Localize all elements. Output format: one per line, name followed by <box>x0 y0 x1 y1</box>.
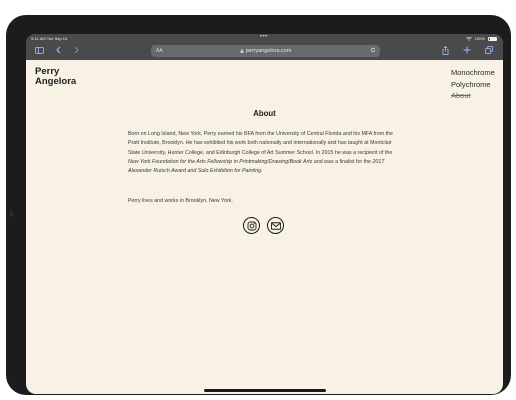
social-links <box>243 217 284 234</box>
bio-paragraph: Born on Long Island, New York, Perry ear… <box>128 130 403 176</box>
bio-location: Perry lives and works in Brooklyn, New Y… <box>128 198 233 204</box>
back-icon[interactable] <box>54 45 62 55</box>
instagram-icon[interactable] <box>243 217 260 234</box>
status-time: 9:41 AM Tue Sep 14 <box>31 36 68 41</box>
address-bar[interactable]: AA perryangelora.com <box>151 45 380 57</box>
site-nav: Monochrome Polychrome About <box>451 67 495 102</box>
sidebar-icon[interactable] <box>33 45 45 55</box>
tabs-icon[interactable] <box>484 45 494 55</box>
url-text: perryangelora.com <box>245 48 292 54</box>
bio-text-2: and was a finalist for the <box>312 158 373 165</box>
lock-icon <box>240 49 244 53</box>
side-button <box>10 211 13 217</box>
wifi-icon <box>465 36 472 41</box>
status-right: 100% <box>465 36 497 41</box>
email-icon[interactable] <box>267 217 284 234</box>
safari-toolbar: 9:41 AM Tue Sep 14 ••• 100% AA perryange… <box>26 34 503 60</box>
nav-polychrome[interactable]: Polychrome <box>451 79 495 91</box>
battery-percent: 100% <box>474 36 485 41</box>
site-logo[interactable]: Perry Angelora <box>35 67 76 86</box>
battery-icon <box>488 36 497 41</box>
status-bar: 9:41 AM Tue Sep 14 ••• 100% <box>26 34 503 43</box>
bio-text-1: Born on Long Island, New York, Perry ear… <box>128 131 393 156</box>
share-icon[interactable] <box>440 45 450 55</box>
page-title: About <box>253 109 276 118</box>
reload-icon[interactable] <box>370 47 376 53</box>
new-tab-icon[interactable] <box>462 45 472 55</box>
brand-last-name: Angelora <box>35 75 77 87</box>
ipad-frame: 9:41 AM Tue Sep 14 ••• 100% AA perryange… <box>6 15 511 395</box>
screen: 9:41 AM Tue Sep 14 ••• 100% AA perryange… <box>26 34 503 394</box>
forward-icon[interactable] <box>72 45 80 55</box>
reader-button[interactable]: AA <box>156 48 163 54</box>
nav-about[interactable]: About <box>451 90 495 102</box>
home-indicator[interactable] <box>204 389 326 392</box>
multitasking-dots[interactable]: ••• <box>260 34 268 40</box>
bio-fellowship: New York Foundation for the Arts Fellows… <box>128 158 313 165</box>
nav-monochrome[interactable]: Monochrome <box>451 67 495 79</box>
